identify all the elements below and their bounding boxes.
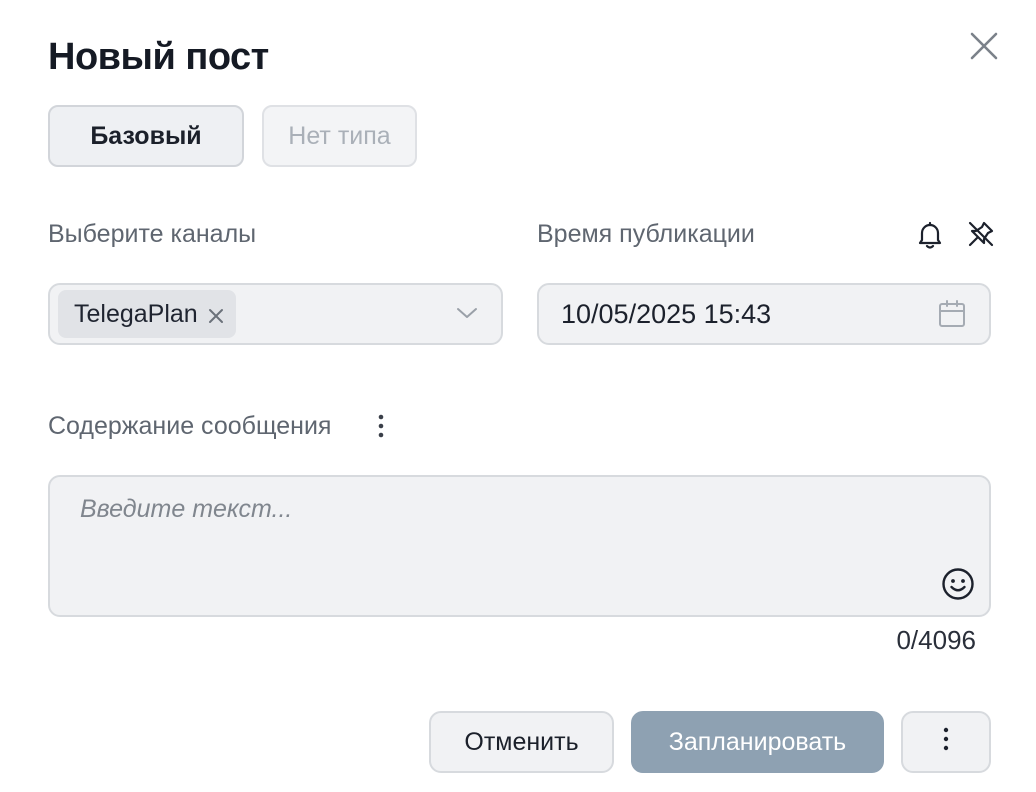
chevron-down-icon[interactable] [455,305,479,321]
calendar-icon[interactable] [937,299,967,329]
character-counter: 0/4096 [896,625,976,655]
new-post-dialog: Новый пост Базовый Нет типа Выберите кан… [0,0,1036,792]
channels-label: Выберите каналы [48,220,257,248]
tab-basic[interactable]: Базовый [48,105,244,167]
channels-select[interactable]: TelegaPlan [48,283,503,345]
channel-chip-label: TelegaPlan [74,299,198,328]
channel-chip: TelegaPlan [58,290,236,338]
close-icon[interactable] [206,304,226,324]
publish-time-input[interactable]: 10/05/2025 15:43 [537,283,991,345]
publish-time-label: Время публикации [537,220,755,248]
pin-off-icon[interactable] [967,220,995,250]
message-placeholder: Введите текст... [80,495,293,523]
smile-icon[interactable] [941,567,975,601]
publish-time-value: 10/05/2025 15:43 [561,299,772,329]
more-vertical-icon [940,724,952,761]
cancel-button[interactable]: Отменить [429,711,614,773]
tab-no-type[interactable]: Нет типа [262,105,417,167]
close-icon[interactable] [966,28,1002,64]
bell-icon[interactable] [916,220,944,250]
schedule-button[interactable]: Запланировать [631,711,884,773]
dialog-title: Новый пост [48,36,269,78]
more-vertical-icon[interactable] [367,411,395,441]
message-textarea[interactable]: Введите текст... [48,475,991,617]
content-label: Содержание сообщения [48,412,332,440]
more-actions-button[interactable] [901,711,991,773]
